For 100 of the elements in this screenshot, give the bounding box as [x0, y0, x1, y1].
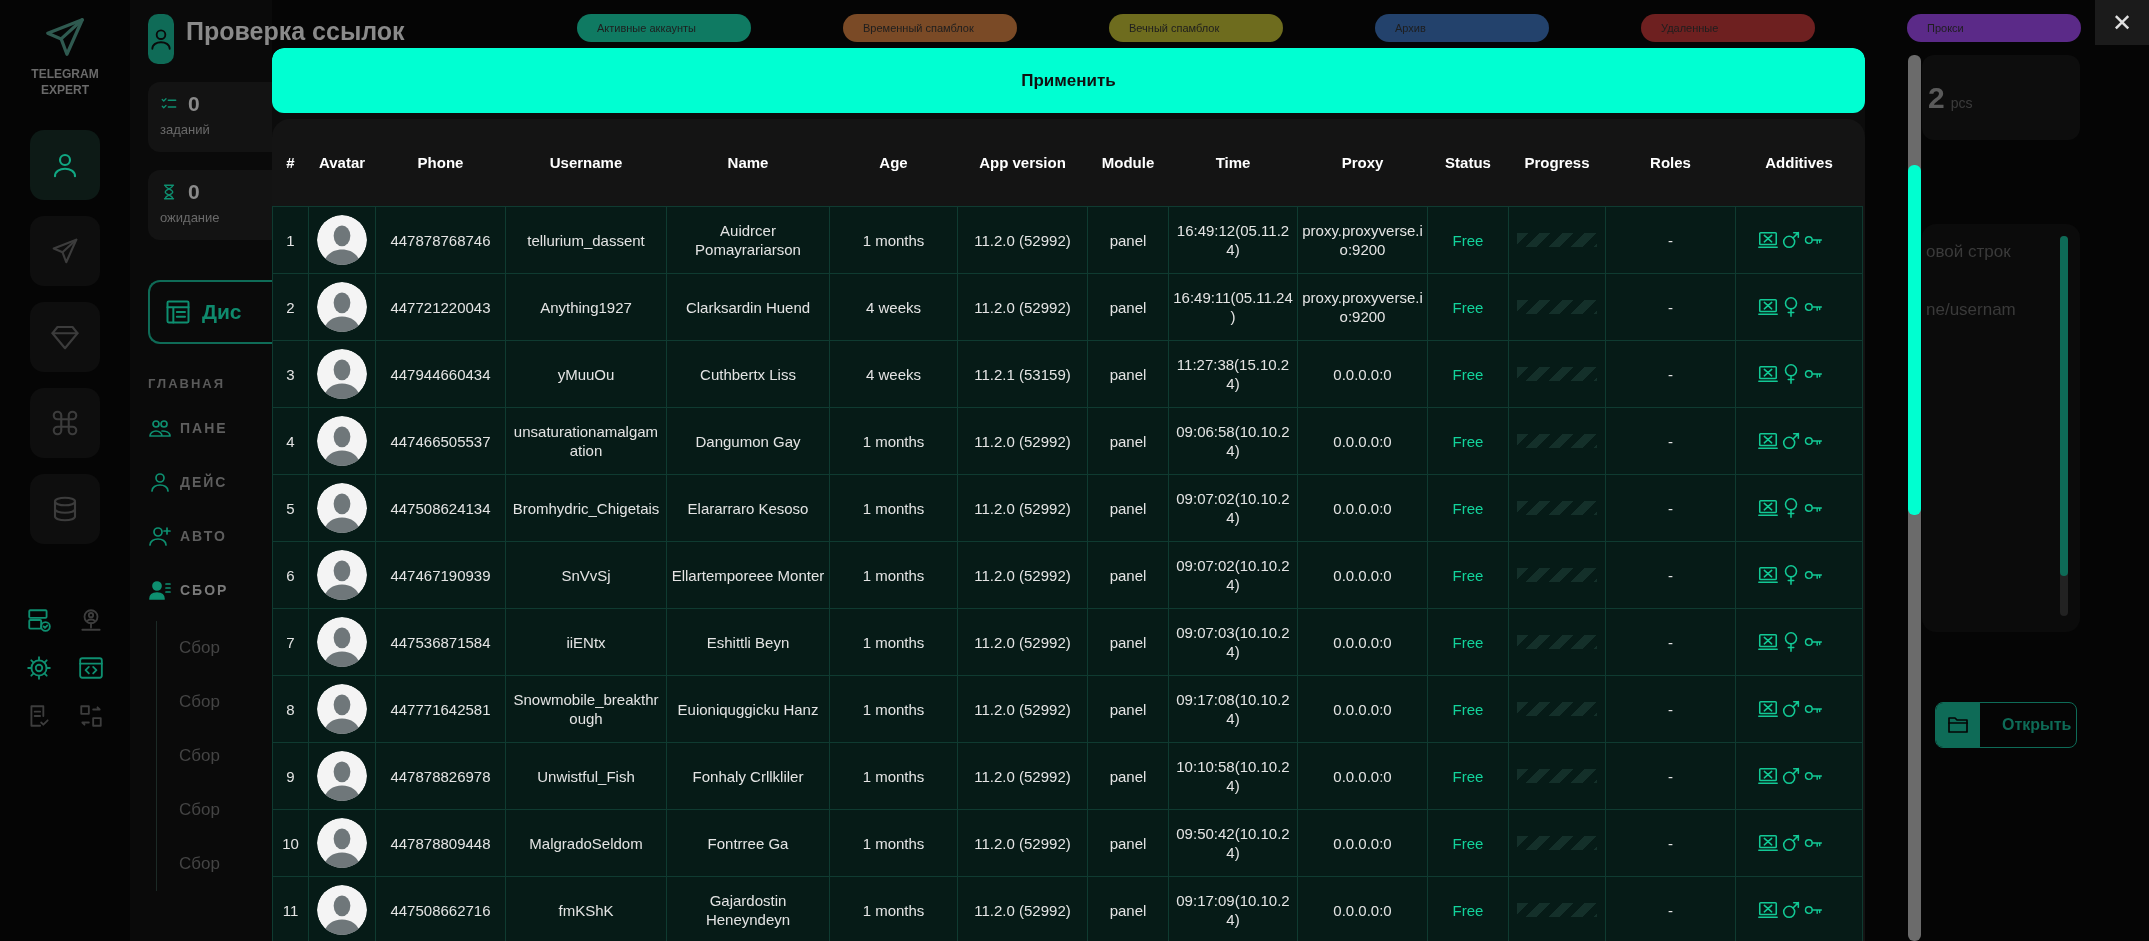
- table-cell: Ellartemporeee Monter: [666, 541, 830, 609]
- table-cell: 447771642581: [375, 675, 506, 743]
- panel-action-button[interactable]: Дис: [148, 280, 272, 344]
- submenu-item[interactable]: Сбор: [179, 729, 272, 783]
- stat-value: 0: [188, 180, 200, 204]
- table-cell: panel: [1087, 809, 1169, 877]
- table-cell: 10:10:58(10.10.24): [1168, 742, 1298, 810]
- toolbar-button[interactable]: [25, 654, 53, 682]
- menu-item[interactable]: ДЕЙС: [148, 455, 272, 509]
- table-cell: 1 months: [829, 407, 958, 475]
- menu-item[interactable]: АВТО: [148, 509, 272, 563]
- code-window-icon: [78, 655, 104, 681]
- table-cell: 11.2.0 (52992): [957, 407, 1088, 475]
- table-cell: Unwistful_Fish: [505, 742, 667, 810]
- column-header: Age: [829, 119, 958, 207]
- table-cell: 447878768746: [375, 206, 506, 274]
- toolbar-button[interactable]: [25, 606, 53, 634]
- crossed-box-icon: [1757, 296, 1779, 318]
- table-cell: 09:07:03(10.10.24): [1168, 608, 1298, 676]
- toolbar-button[interactable]: [77, 654, 105, 682]
- table-cell: 11.2.1 (53159): [957, 340, 1088, 408]
- menu-item[interactable]: ПАНЕ: [148, 401, 272, 455]
- table-cell: -: [1605, 273, 1736, 341]
- table-cell: 1 months: [829, 675, 958, 743]
- table-cell: Free: [1427, 273, 1509, 341]
- table-cell: Bromhydric_Chigetais: [505, 474, 667, 542]
- table-cell: panel: [1087, 340, 1169, 408]
- crossed-box-icon: [1757, 430, 1779, 452]
- sidebar-nav-button[interactable]: [30, 388, 100, 458]
- table-cell: 447878826978: [375, 742, 506, 810]
- table-cell: 3: [272, 340, 309, 408]
- table-cell: Free: [1427, 206, 1509, 274]
- table-cell: 0.0.0.0:0: [1297, 541, 1428, 609]
- avatar-silhouette: [317, 684, 367, 734]
- table-cell: 16:49:12(05.11.24): [1168, 206, 1298, 274]
- crossed-box-icon: [1757, 698, 1779, 720]
- table-cell: Free: [1427, 474, 1509, 542]
- column-header: Phone: [375, 119, 506, 207]
- table-cell: 0.0.0.0:0: [1297, 876, 1428, 941]
- table-cell: 447508624134: [375, 474, 506, 542]
- table-cell: proxy.proxyverse.io:9200: [1297, 206, 1428, 274]
- table-cell: 11:27:38(15.10.24): [1168, 340, 1298, 408]
- stat-value: 0: [188, 92, 200, 116]
- count-value: 2: [1928, 80, 1945, 115]
- table-cell: 16:49:11(05.11.24): [1168, 273, 1298, 341]
- table-cell: 0.0.0.0:0: [1297, 474, 1428, 542]
- table-cell: panel: [1087, 206, 1169, 274]
- table-cell: -: [1605, 474, 1736, 542]
- send-icon: [50, 236, 80, 266]
- sidebar-nav-button[interactable]: [30, 302, 100, 372]
- column-header: Username: [505, 119, 667, 207]
- table-cell: 1 months: [829, 474, 958, 542]
- submenu-item[interactable]: Сбор: [179, 783, 272, 837]
- column-header: Avatar: [308, 119, 376, 207]
- table-cell: 11.2.0 (52992): [957, 608, 1088, 676]
- open-button[interactable]: Открыть: [1935, 702, 2077, 748]
- table-cell: 1: [272, 206, 309, 274]
- table-cell: 4 weeks: [829, 273, 958, 341]
- table-cell: -: [1605, 809, 1736, 877]
- table-cell: panel: [1087, 675, 1169, 743]
- server-check-icon: [26, 607, 52, 633]
- table-cell: 1 months: [829, 541, 958, 609]
- table-cell: 0.0.0.0:0: [1297, 407, 1428, 475]
- table-cell: 1 months: [829, 742, 958, 810]
- avatar-silhouette: [317, 818, 367, 868]
- legend-tag: Вечный спамблок: [1109, 14, 1283, 42]
- male-symbol-icon: [1780, 899, 1802, 921]
- close-button[interactable]: ✕: [2095, 0, 2149, 45]
- legend-tag: Архив: [1375, 14, 1549, 42]
- avatar-silhouette: [317, 215, 367, 265]
- document-table-icon: [164, 298, 192, 326]
- settings-icon: [26, 655, 52, 681]
- apply-button[interactable]: Применить: [272, 48, 1865, 113]
- table-cell: 447944660434: [375, 340, 506, 408]
- table-cell: yMuuOu: [505, 340, 667, 408]
- table-cell: 11.2.0 (52992): [957, 742, 1088, 810]
- table-cell: -: [1605, 340, 1736, 408]
- table-cell: 4: [272, 407, 309, 475]
- crossed-box-icon: [1757, 631, 1779, 653]
- column-header: Module: [1087, 119, 1169, 207]
- table-cell: 1 months: [829, 876, 958, 941]
- user-list-icon: [148, 578, 172, 602]
- table-cell: panel: [1087, 474, 1169, 542]
- menu-item[interactable]: СБОР: [148, 563, 272, 617]
- submenu-item[interactable]: Сбор: [179, 621, 272, 675]
- crossed-box-icon: [1757, 765, 1779, 787]
- column-header: #: [272, 119, 309, 207]
- submenu-item[interactable]: Сбор: [179, 675, 272, 729]
- table-cell: 11.2.0 (52992): [957, 273, 1088, 341]
- sidebar-nav-button[interactable]: [30, 130, 100, 200]
- submenu-item[interactable]: Сбор: [179, 837, 272, 891]
- table-cell: 0.0.0.0:0: [1297, 809, 1428, 877]
- table-cell: proxy.proxyverse.io:9200: [1297, 273, 1428, 341]
- table-cell: 447536871584: [375, 608, 506, 676]
- table-cell: 11.2.0 (52992): [957, 876, 1088, 941]
- avatar-silhouette: [317, 282, 367, 332]
- table-cell: 0.0.0.0:0: [1297, 608, 1428, 676]
- male-symbol-icon: [1780, 832, 1802, 854]
- table-cell: 447467190939: [375, 541, 506, 609]
- sidebar-nav-button[interactable]: [30, 474, 100, 544]
